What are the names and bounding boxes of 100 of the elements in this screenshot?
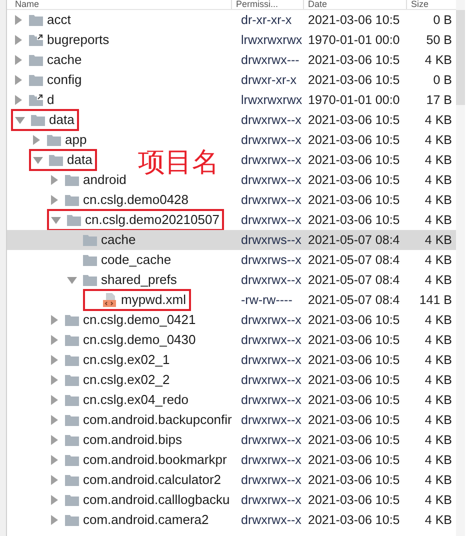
- column-header[interactable]: Name: [7, 0, 232, 9]
- caret-right-icon[interactable]: [49, 375, 59, 385]
- file-name[interactable]: mypwd.xml: [121, 290, 186, 310]
- size-cell-text: 4 KB: [424, 212, 453, 229]
- caret-right-icon[interactable]: [49, 335, 59, 345]
- folder-shortcut-icon: [29, 94, 43, 106]
- caret-right-icon[interactable]: [49, 395, 59, 405]
- column-header[interactable]: Permissi...: [232, 0, 304, 9]
- caret-right-icon[interactable]: [49, 315, 59, 325]
- file-name[interactable]: cn.cslg.demo20210507: [85, 210, 220, 230]
- caret-right-icon[interactable]: [49, 515, 59, 525]
- date-cell-text: 2021-03-06 10:5: [307, 112, 401, 129]
- caret-down-icon[interactable]: [51, 215, 61, 225]
- annotation-text: 项目名: [138, 146, 219, 178]
- size-cell-text: 4 KB: [424, 172, 453, 189]
- caret-right-icon[interactable]: [49, 475, 59, 485]
- folder-icon: [65, 354, 79, 366]
- folder-icon: [65, 314, 79, 326]
- file-name[interactable]: cache: [47, 50, 82, 70]
- permissions-cell-text: drwxrwx--x: [240, 192, 302, 209]
- caret-right-icon[interactable]: [49, 455, 59, 465]
- file-name[interactable]: com.android.camera2: [83, 510, 209, 530]
- caret-right-icon[interactable]: [49, 495, 59, 505]
- size-cell-text: 4 KB: [424, 52, 453, 69]
- file-name[interactable]: android: [83, 170, 126, 190]
- caret-right-icon[interactable]: [49, 195, 59, 205]
- scrollbar-thumb[interactable]: [456, 10, 465, 105]
- size-cell-text: 4 KB: [424, 152, 453, 169]
- file-name[interactable]: cn.cslg.ex02_1: [83, 350, 170, 370]
- folder-icon: [31, 114, 45, 126]
- date-cell-text: 2021-03-06 10:5: [307, 12, 401, 29]
- permissions-cell-text: drwxrwx--x: [240, 512, 302, 529]
- file-name[interactable]: app: [65, 130, 87, 150]
- caret-right-icon[interactable]: [49, 415, 59, 425]
- folder-icon: [65, 334, 79, 346]
- permissions-cell-text: -rw-rw----: [240, 292, 294, 309]
- caret-right-icon[interactable]: [49, 435, 59, 445]
- date-cell-text: 2021-03-06 10:5: [307, 312, 401, 329]
- caret-right-icon[interactable]: [13, 95, 23, 105]
- size-cell-text: 4 KB: [424, 512, 453, 529]
- permissions-cell-text: drwxrwx--x: [240, 492, 302, 509]
- permissions-cell-text: drwxrwx--x: [240, 392, 302, 409]
- file-name[interactable]: shared_prefs: [101, 270, 177, 290]
- caret-right-icon[interactable]: [31, 135, 41, 145]
- date-cell-text: 2021-03-06 10:5: [307, 372, 401, 389]
- file-name[interactable]: com.android.bips: [83, 430, 182, 450]
- caret-down-icon[interactable]: [67, 275, 77, 285]
- date-cell-text: 2021-03-06 10:5: [307, 152, 401, 169]
- folder-icon: [29, 54, 43, 66]
- caret-down-icon[interactable]: [15, 115, 25, 125]
- file-name[interactable]: cn.cslg.ex04_redo: [83, 390, 189, 410]
- selected-row[interactable]: cache drwxrws--x 2021-05-07 08:4 4 KB: [7, 230, 456, 250]
- scrollbar[interactable]: [456, 0, 465, 536]
- file-name[interactable]: com.android.bookmarkpr: [83, 450, 227, 470]
- permissions-cell-text: drwxrwx--x: [240, 432, 302, 449]
- caret-right-icon[interactable]: [13, 75, 23, 85]
- file-name[interactable]: cn.cslg.demo_0430: [83, 330, 196, 350]
- size-cell-text: 4 KB: [424, 332, 453, 349]
- caret-right-icon[interactable]: [13, 55, 23, 65]
- folder-icon: [65, 174, 79, 186]
- permissions-cell-text: drwxrwx--x: [240, 172, 302, 189]
- file-name[interactable]: com.android.backupconfir: [83, 410, 232, 430]
- folder-icon: [83, 234, 97, 246]
- file-name[interactable]: cn.cslg.demo0428: [83, 190, 189, 210]
- date-cell-text: 2021-03-06 10:5: [307, 352, 401, 369]
- size-cell-text: 4 KB: [424, 192, 453, 209]
- date-cell-text: 2021-05-07 08:4: [307, 232, 401, 249]
- file-name[interactable]: config: [47, 70, 82, 90]
- file-name[interactable]: cn.cslg.demo_0421: [83, 310, 196, 330]
- file-name[interactable]: cn.cslg.ex02_2: [83, 370, 170, 390]
- caret-right-icon[interactable]: [13, 15, 23, 25]
- size-cell-text: 4 KB: [424, 232, 453, 249]
- column-header[interactable]: Size: [407, 0, 456, 9]
- size-cell-text: 50 B: [425, 32, 453, 49]
- date-cell-text: 2021-03-06 10:5: [307, 512, 401, 529]
- caret-right-icon[interactable]: [49, 175, 59, 185]
- caret-right-icon[interactable]: [13, 35, 23, 45]
- size-cell-text: 4 KB: [424, 452, 453, 469]
- permissions-cell-text: lrwxrwxrwx: [240, 92, 304, 109]
- file-name[interactable]: com.android.calllogbacku: [83, 490, 230, 510]
- size-cell-text: 4 KB: [424, 132, 453, 149]
- column-header[interactable]: Date: [304, 0, 407, 9]
- file-name[interactable]: d: [47, 90, 54, 110]
- folder-icon: [67, 214, 81, 226]
- date-cell-text: 2021-05-07 08:4: [307, 292, 401, 309]
- file-name[interactable]: data: [49, 110, 74, 130]
- size-cell-text: 0 B: [432, 72, 453, 89]
- date-cell-text: 2021-03-06 10:5: [307, 72, 401, 89]
- size-cell-text: 4 KB: [424, 372, 453, 389]
- size-cell-text: 4 KB: [424, 492, 453, 509]
- file-name[interactable]: cache: [101, 230, 136, 250]
- date-cell-text: 2021-03-06 10:5: [307, 432, 401, 449]
- file-name[interactable]: com.android.calculator2: [83, 470, 222, 490]
- file-name[interactable]: data: [67, 150, 92, 170]
- file-name[interactable]: bugreports: [47, 30, 110, 50]
- folder-icon: [29, 74, 43, 86]
- file-name[interactable]: acct: [47, 10, 71, 30]
- caret-right-icon[interactable]: [49, 355, 59, 365]
- caret-down-icon[interactable]: [33, 155, 43, 165]
- file-name[interactable]: code_cache: [101, 250, 172, 270]
